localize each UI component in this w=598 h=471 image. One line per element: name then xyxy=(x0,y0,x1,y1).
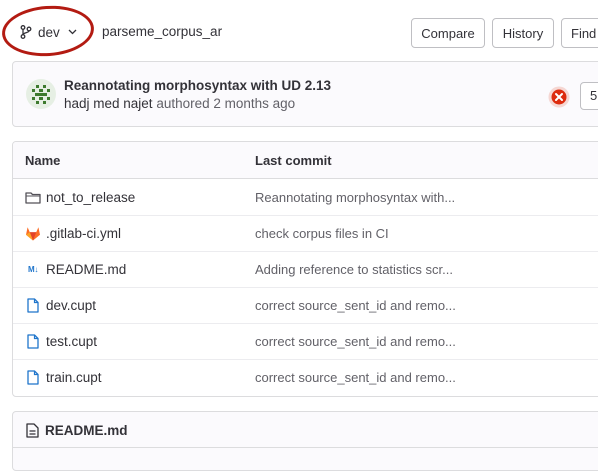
file-name[interactable]: not_to_release xyxy=(46,190,135,205)
readme-header: README.md xyxy=(26,421,128,439)
readme-file-icon xyxy=(26,422,39,438)
breadcrumb-repo[interactable]: parseme_corpus_ar xyxy=(102,24,222,39)
divider xyxy=(12,447,598,448)
file-icon xyxy=(25,333,41,349)
commit-sha-button[interactable]: 5 xyxy=(580,82,598,110)
commit-message[interactable]: check corpus files in CI xyxy=(255,215,389,251)
commit-title[interactable]: Reannotating morphosyntax with UD 2.13 xyxy=(64,78,331,93)
commit-message[interactable]: Adding reference to statistics scr... xyxy=(255,251,453,287)
column-header-name: Name xyxy=(25,153,61,168)
commit-meta: hadj med najet authored 2 months ago xyxy=(64,96,295,111)
commit-message[interactable]: correct source_sent_id and remo... xyxy=(255,323,456,359)
branch-icon xyxy=(20,25,32,39)
table-row[interactable]: test.cupt correct source_sent_id and rem… xyxy=(13,323,598,360)
pipeline-failed-icon[interactable] xyxy=(548,86,570,108)
file-table: Name Last commit not_to_release Reannota… xyxy=(12,141,598,397)
readme-title: README.md xyxy=(45,422,128,438)
file-icon xyxy=(25,297,41,313)
gitlab-icon xyxy=(25,225,41,241)
table-row[interactable]: train.cupt correct source_sent_id and re… xyxy=(13,359,598,395)
table-row[interactable]: dev.cupt correct source_sent_id and remo… xyxy=(13,287,598,324)
history-button[interactable]: History xyxy=(492,18,554,48)
chevron-down-icon xyxy=(68,29,77,35)
markdown-icon: M↓ xyxy=(27,264,39,274)
commit-message[interactable]: correct source_sent_id and remo... xyxy=(255,287,456,323)
table-row[interactable]: not_to_release Reannotating morphosyntax… xyxy=(13,179,598,216)
avatar[interactable] xyxy=(26,79,56,109)
branch-selector[interactable]: dev xyxy=(12,17,86,47)
branch-label: dev xyxy=(38,24,60,40)
file-name[interactable]: README.md xyxy=(46,262,126,277)
file-name[interactable]: train.cupt xyxy=(46,370,102,385)
folder-icon xyxy=(25,189,41,205)
table-row[interactable]: M↓ README.md Adding reference to statist… xyxy=(13,251,598,288)
find-file-button[interactable]: Find xyxy=(561,18,598,48)
table-header: Name Last commit xyxy=(13,142,598,179)
commit-time: 2 months ago xyxy=(213,96,296,111)
file-name[interactable]: test.cupt xyxy=(46,334,97,349)
commit-action: authored xyxy=(156,96,210,111)
last-commit-panel xyxy=(12,61,598,127)
commit-author[interactable]: hadj med najet xyxy=(64,96,153,111)
file-name[interactable]: .gitlab-ci.yml xyxy=(46,226,121,241)
file-name[interactable]: dev.cupt xyxy=(46,298,96,313)
commit-message[interactable]: Reannotating morphosyntax with... xyxy=(255,179,455,215)
file-icon xyxy=(25,369,41,385)
commit-message[interactable]: correct source_sent_id and remo... xyxy=(255,359,456,395)
column-header-last-commit: Last commit xyxy=(255,153,332,168)
table-row[interactable]: .gitlab-ci.yml check corpus files in CI xyxy=(13,215,598,252)
compare-button[interactable]: Compare xyxy=(411,18,485,48)
readme-panel xyxy=(12,411,598,471)
